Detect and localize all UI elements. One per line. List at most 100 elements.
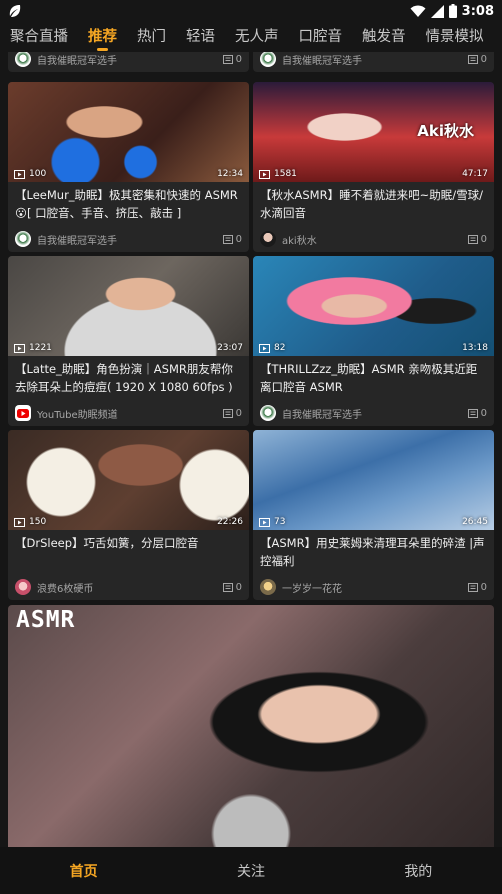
asmr-logo: ASMR xyxy=(16,607,76,633)
tab-whisper[interactable]: 轻语 xyxy=(186,22,215,52)
video-card[interactable]: Aki秋水 1581 47:17 【秋水ASMR】睡不着就进来吧~助眠/雪球/水… xyxy=(253,82,494,252)
author[interactable]: 一岁岁一花花 xyxy=(260,579,342,595)
video-thumbnail: 82 13:18 xyxy=(253,256,494,356)
author[interactable]: YouTube助眠频道 xyxy=(15,405,118,421)
comment-count: 0 xyxy=(467,408,487,419)
play-icon xyxy=(259,517,270,527)
signal-icon xyxy=(430,4,444,18)
video-card[interactable]: 82 13:18 【THRILLZzz_助眠】ASMR 亲吻极其近距离口腔音 A… xyxy=(253,256,494,426)
comment-icon xyxy=(222,408,233,418)
thumbnail-watermark: Aki秋水 xyxy=(417,122,474,140)
thumb-meta: 150 22:26 xyxy=(14,517,243,527)
author-name: 自我催眠冠军选手 xyxy=(282,409,362,421)
thumb-meta: 82 13:18 xyxy=(259,343,488,353)
comment-icon xyxy=(467,234,478,244)
card-footer: 浪费6枚硬币 0 xyxy=(15,579,242,595)
battery-icon xyxy=(448,4,457,18)
author-name: 自我催眠冠军选手 xyxy=(37,235,117,247)
comment-icon xyxy=(467,54,478,64)
avatar xyxy=(15,52,31,67)
status-right: 3:08 xyxy=(410,4,494,19)
author-name: aki秋水 xyxy=(282,235,317,247)
author-name: 自我催眠冠军选手 xyxy=(282,55,362,67)
video-card[interactable]: 自我催眠冠军选手 0 xyxy=(8,52,249,72)
video-title: 【THRILLZzz_助眠】ASMR 亲吻极其近距离口腔音 ASMR xyxy=(260,362,478,394)
comment-count: 0 xyxy=(222,54,242,65)
status-bar: 3:08 xyxy=(0,0,502,22)
video-title: 【秋水ASMR】睡不着就进来吧~助眠/雪球/水滴回音 xyxy=(260,188,483,220)
tab-live[interactable]: 聚合直播 xyxy=(10,22,68,52)
comment-icon xyxy=(467,408,478,418)
play-icon xyxy=(259,343,270,353)
comment-count: 0 xyxy=(222,408,242,419)
video-title: 【DrSleep】巧舌如簧，分层口腔音 xyxy=(15,536,199,550)
author[interactable]: aki秋水 xyxy=(260,231,317,247)
author[interactable]: 自我催眠冠军选手 xyxy=(260,405,362,421)
card-footer: YouTube助眠频道 0 xyxy=(15,405,242,421)
tab-no-voice[interactable]: 无人声 xyxy=(235,22,279,52)
nav-home[interactable]: 首页 xyxy=(0,847,167,894)
video-thumbnail: 73 26:45 xyxy=(253,430,494,530)
featured-video-banner[interactable]: ASMR xyxy=(8,605,494,847)
thumb-meta: 1581 47:17 xyxy=(259,169,488,179)
avatar xyxy=(260,405,276,421)
duration: 22:26 xyxy=(217,517,243,527)
author-name: 浪费6枚硬币 xyxy=(37,583,94,595)
play-icon xyxy=(14,517,25,527)
play-icon xyxy=(259,169,270,179)
clock: 3:08 xyxy=(461,3,494,19)
tab-roleplay[interactable]: 情景模拟 xyxy=(426,22,484,52)
bottom-navigation: 首页 关注 我的 xyxy=(0,847,502,894)
tab-hot[interactable]: 热门 xyxy=(137,22,166,52)
card-footer: 自我催眠冠军选手 0 xyxy=(15,231,242,247)
comment-icon xyxy=(222,54,233,64)
status-left xyxy=(8,4,22,18)
category-tabs: 聚合直播 推荐 热门 轻语 无人声 口腔音 触发音 情景模拟 白噪 xyxy=(0,22,502,52)
video-card[interactable]: 73 26:45 【ASMR】用史莱姆来清理耳朵里的碎渣 |声控福利 一岁岁一花… xyxy=(253,430,494,600)
tab-mouth-sounds[interactable]: 口腔音 xyxy=(299,22,343,52)
author-name: YouTube助眠频道 xyxy=(37,409,118,421)
author[interactable]: 自我催眠冠军选手 xyxy=(15,231,117,247)
thumb-meta: 73 26:45 xyxy=(259,517,488,527)
play-count: 1221 xyxy=(14,343,52,353)
video-title: 【ASMR】用史莱姆来清理耳朵里的碎渣 |声控福利 xyxy=(260,536,485,568)
play-icon xyxy=(14,343,25,353)
play-count: 150 xyxy=(14,517,46,527)
author-name: 自我催眠冠军选手 xyxy=(37,55,117,67)
video-title: 【LeeMur_助眠】极其密集和快速的 ASMR 😮[ 口腔音、手音、挤压、敲击… xyxy=(15,188,238,220)
author[interactable]: 自我催眠冠军选手 xyxy=(15,52,117,67)
play-count: 73 xyxy=(259,517,285,527)
comment-count: 0 xyxy=(222,582,242,593)
video-card[interactable]: 自我催眠冠军选手 0 xyxy=(253,52,494,72)
comment-count: 0 xyxy=(467,54,487,65)
video-card[interactable]: 1221 23:07 【Latte_助眠】角色扮演｜ASMR朋友帮你去除耳朵上的… xyxy=(8,256,249,426)
card-footer: 自我催眠冠军选手 0 xyxy=(15,52,242,67)
card-footer: 自我催眠冠军选手 0 xyxy=(260,405,487,421)
comment-count: 0 xyxy=(222,234,242,245)
video-thumbnail: 1221 23:07 xyxy=(8,256,249,356)
tab-recommended[interactable]: 推荐 xyxy=(88,22,117,52)
avatar xyxy=(260,231,276,247)
author[interactable]: 自我催眠冠军选手 xyxy=(260,52,362,67)
duration: 26:45 xyxy=(462,517,488,527)
thumb-meta: 1221 23:07 xyxy=(14,343,243,353)
comment-count: 0 xyxy=(467,234,487,245)
duration: 12:34 xyxy=(217,169,243,179)
video-card[interactable]: 100 12:34 【LeeMur_助眠】极其密集和快速的 ASMR 😮[ 口腔… xyxy=(8,82,249,252)
play-icon xyxy=(14,169,25,179)
video-card[interactable]: 150 22:26 【DrSleep】巧舌如簧，分层口腔音 浪费6枚硬币 0 xyxy=(8,430,249,600)
avatar xyxy=(15,579,31,595)
avatar xyxy=(260,52,276,67)
comment-icon xyxy=(222,234,233,244)
card-footer: aki秋水 0 xyxy=(260,231,487,247)
video-thumbnail: 100 12:34 xyxy=(8,82,249,182)
nav-following[interactable]: 关注 xyxy=(167,847,334,894)
youtube-icon xyxy=(15,405,31,421)
avatar xyxy=(260,579,276,595)
tab-triggers[interactable]: 触发音 xyxy=(362,22,406,52)
card-footer: 一岁岁一花花 0 xyxy=(260,579,487,595)
comment-count: 0 xyxy=(467,582,487,593)
leaf-app-icon xyxy=(9,5,21,17)
nav-profile[interactable]: 我的 xyxy=(335,847,502,894)
author[interactable]: 浪费6枚硬币 xyxy=(15,579,93,595)
